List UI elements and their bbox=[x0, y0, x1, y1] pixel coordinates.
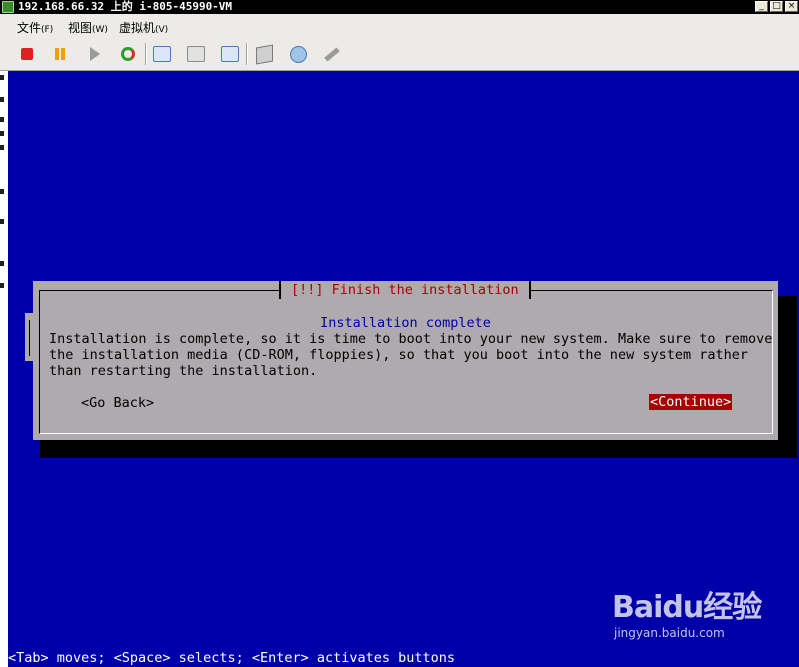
snapshot-button[interactable] bbox=[151, 43, 173, 65]
reset-icon bbox=[121, 47, 135, 61]
play-button[interactable] bbox=[84, 43, 106, 65]
menu-view-label: 视图 bbox=[68, 21, 93, 35]
toolbar bbox=[0, 38, 799, 71]
toolbar-separator bbox=[145, 43, 147, 65]
pause-button[interactable] bbox=[49, 43, 71, 65]
close-button[interactable]: × bbox=[785, 1, 798, 12]
vm-tools-icon bbox=[324, 46, 340, 62]
menu-vm-label: 虚拟机 bbox=[119, 21, 156, 35]
edge-mark bbox=[0, 219, 4, 224]
revert-snapshot-button[interactable] bbox=[185, 43, 207, 65]
keyboard-hint: <Tab> moves; <Space> selects; <Enter> ac… bbox=[8, 650, 456, 666]
menu-view-hotkey: (W) bbox=[92, 25, 108, 35]
baidu-watermark: Baidu经验 jingyan.baidu.com bbox=[612, 582, 792, 642]
edge-mark bbox=[0, 97, 4, 102]
edge-mark bbox=[0, 145, 4, 150]
revert-snapshot-icon bbox=[187, 46, 205, 62]
menu-file-hotkey: (F) bbox=[41, 25, 54, 35]
edge-mark bbox=[0, 261, 4, 266]
menu-vm[interactable]: 虚拟机(V) bbox=[119, 19, 168, 36]
finish-installation-dialog: [!!] Finish the installation Installatio… bbox=[33, 281, 778, 440]
edge-mark bbox=[0, 189, 4, 194]
dialog-heading: Installation complete bbox=[320, 315, 491, 331]
watermark-url: jingyan.baidu.com bbox=[614, 626, 725, 640]
dialog-message-line: than restarting the installation. bbox=[49, 363, 318, 379]
snapshot-icon bbox=[153, 46, 171, 62]
menu-file-label: 文件 bbox=[17, 21, 42, 35]
vm-console-icon bbox=[2, 1, 14, 13]
menu-view[interactable]: 视图(W) bbox=[68, 19, 108, 36]
window-title-bar: 192.168.66.32 上的 i-805-45990-VM _ □ × bbox=[0, 0, 799, 14]
dialog-message: Installation is complete, so it is time … bbox=[49, 331, 772, 379]
manage-snapshots-button[interactable] bbox=[219, 43, 241, 65]
menu-file[interactable]: 文件(F) bbox=[17, 19, 53, 36]
maximize-button[interactable]: □ bbox=[770, 1, 783, 12]
go-back-button[interactable]: <Go Back> bbox=[81, 395, 154, 411]
dialog-message-line: the installation media (CD-ROM, floppies… bbox=[49, 347, 748, 363]
cd-dvd-icon bbox=[289, 45, 307, 63]
edge-mark bbox=[0, 131, 4, 136]
pause-icon bbox=[55, 48, 59, 60]
window-title: 192.168.66.32 上的 i-805-45990-VM bbox=[18, 0, 233, 13]
menu-vm-hotkey: (V) bbox=[155, 25, 169, 35]
dialog-message-line: Installation is complete, so it is time … bbox=[49, 331, 773, 347]
background-window-border bbox=[29, 320, 30, 356]
edge-mark bbox=[0, 117, 4, 122]
settings-icon bbox=[255, 44, 273, 64]
console-left-edge bbox=[0, 71, 8, 667]
edge-mark bbox=[0, 283, 4, 288]
stop-button[interactable] bbox=[16, 43, 38, 65]
dialog-title: [!!] Finish the installation bbox=[279, 281, 531, 299]
reset-button[interactable] bbox=[117, 43, 139, 65]
manage-snapshots-icon bbox=[221, 46, 239, 62]
toolbar-separator bbox=[246, 43, 248, 65]
cd-dvd-button[interactable] bbox=[287, 43, 309, 65]
menu-bar: 文件(F) 视图(W) 虚拟机(V) bbox=[0, 14, 799, 38]
minimize-button[interactable]: _ bbox=[755, 1, 768, 12]
settings-button[interactable] bbox=[253, 43, 275, 65]
stop-icon bbox=[21, 48, 33, 60]
continue-button[interactable]: <Continue> bbox=[649, 394, 733, 410]
vm-tools-button[interactable] bbox=[321, 43, 343, 65]
play-icon bbox=[90, 47, 100, 61]
edge-mark bbox=[0, 75, 4, 80]
watermark-logo: Baidu经验 bbox=[612, 590, 762, 625]
